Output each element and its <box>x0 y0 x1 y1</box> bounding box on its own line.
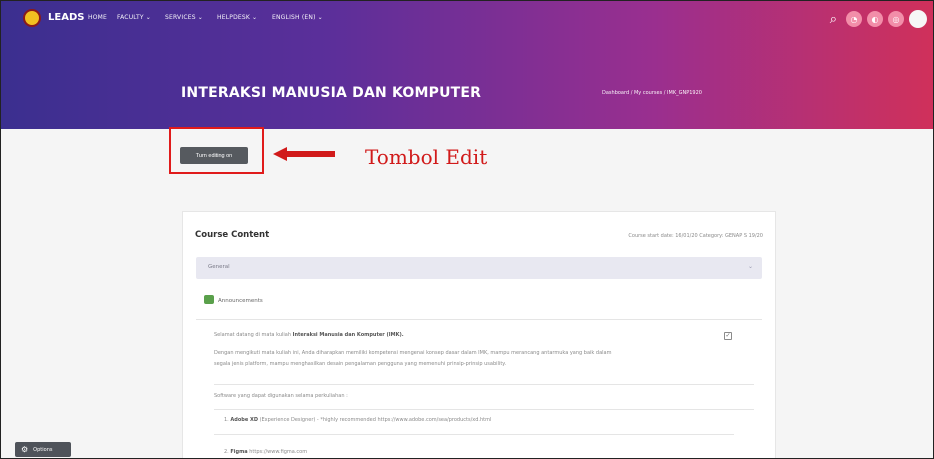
nav-item-language[interactable]: ENGLISH (EN) ⌄ <box>272 14 323 21</box>
brand-name[interactable]: LEADS <box>48 12 84 23</box>
settings-icon[interactable]: ◎ <box>888 11 904 27</box>
divider <box>214 384 754 385</box>
divider <box>214 409 754 410</box>
annotation-arrow-icon <box>273 147 335 161</box>
software-item-figma: 2. Figma https://www.figma.com <box>224 449 308 455</box>
avatar[interactable] <box>909 10 927 28</box>
chevron-down-icon: ⌄ <box>145 14 151 21</box>
course-meta: Course start date: 16/01/20 Category: GE… <box>628 233 763 239</box>
navbar-actions: ⌕ ◔ ◐ ◎ <box>830 10 927 28</box>
chevron-down-icon[interactable]: ⌄ <box>748 263 753 270</box>
chevron-down-icon: ⌄ <box>317 14 323 21</box>
software-heading: Software yang dapat digunakan selama per… <box>214 393 348 399</box>
turn-editing-on-button[interactable]: Turn editing on <box>180 147 248 164</box>
gear-icon: ⚙ <box>21 445 29 454</box>
section-general[interactable]: General ⌄ <box>196 257 762 279</box>
forum-icon <box>204 295 214 304</box>
breadcrumb[interactable]: Dashboard / My courses / IMK_GNP1920 <box>602 90 702 96</box>
course-content-title: Course Content <box>195 230 270 240</box>
divider <box>196 319 762 320</box>
section-label: General <box>208 264 230 270</box>
chevron-down-icon: ⌄ <box>252 14 258 21</box>
software-item-adobe-xd: 1. Adobe XD (Experience Designer) - *hig… <box>224 417 492 423</box>
annotation-label: Tombol Edit <box>365 145 488 169</box>
divider <box>214 434 734 435</box>
search-icon[interactable]: ⌕ <box>830 12 837 27</box>
nav-item-helpdesk[interactable]: HELPDESK ⌄ <box>217 14 257 21</box>
chevron-down-icon: ⌄ <box>197 14 203 21</box>
nav-item-services[interactable]: SERVICES ⌄ <box>165 14 203 21</box>
course-content-card: Course Content Course start date: 16/01/… <box>182 211 776 458</box>
completion-checkbox-icon[interactable]: ✓ <box>724 332 732 340</box>
welcome-line: Selamat datang di mata kuliah Interaksi … <box>214 332 404 338</box>
university-logo[interactable] <box>23 9 41 27</box>
description-line-2: segala jenis platform, mampu menghasilka… <box>214 361 507 367</box>
announcements-link[interactable]: Announcements <box>218 298 263 304</box>
nav-item-home[interactable]: HOME <box>88 14 107 21</box>
page-title: INTERAKSI MANUSIA DAN KOMPUTER <box>181 85 482 101</box>
header-band: LEADS HOME FACULTY ⌄ SERVICES ⌄ HELPDESK ⌄ … <box>1 1 933 129</box>
description-line-1: Dengan mengikuti mata kuliah ini, Anda d… <box>214 350 612 356</box>
message-icon[interactable]: ◐ <box>867 11 883 27</box>
nav-item-faculty[interactable]: FACULTY ⌄ <box>117 14 151 21</box>
browser-viewport: LEADS HOME FACULTY ⌄ SERVICES ⌄ HELPDESK ⌄ … <box>0 0 934 459</box>
options-button[interactable]: ⚙ Options <box>15 442 71 457</box>
top-navbar: LEADS HOME FACULTY ⌄ SERVICES ⌄ HELPDESK ⌄ … <box>1 1 933 35</box>
options-label: Options <box>33 446 53 453</box>
notification-icon[interactable]: ◔ <box>846 11 862 27</box>
